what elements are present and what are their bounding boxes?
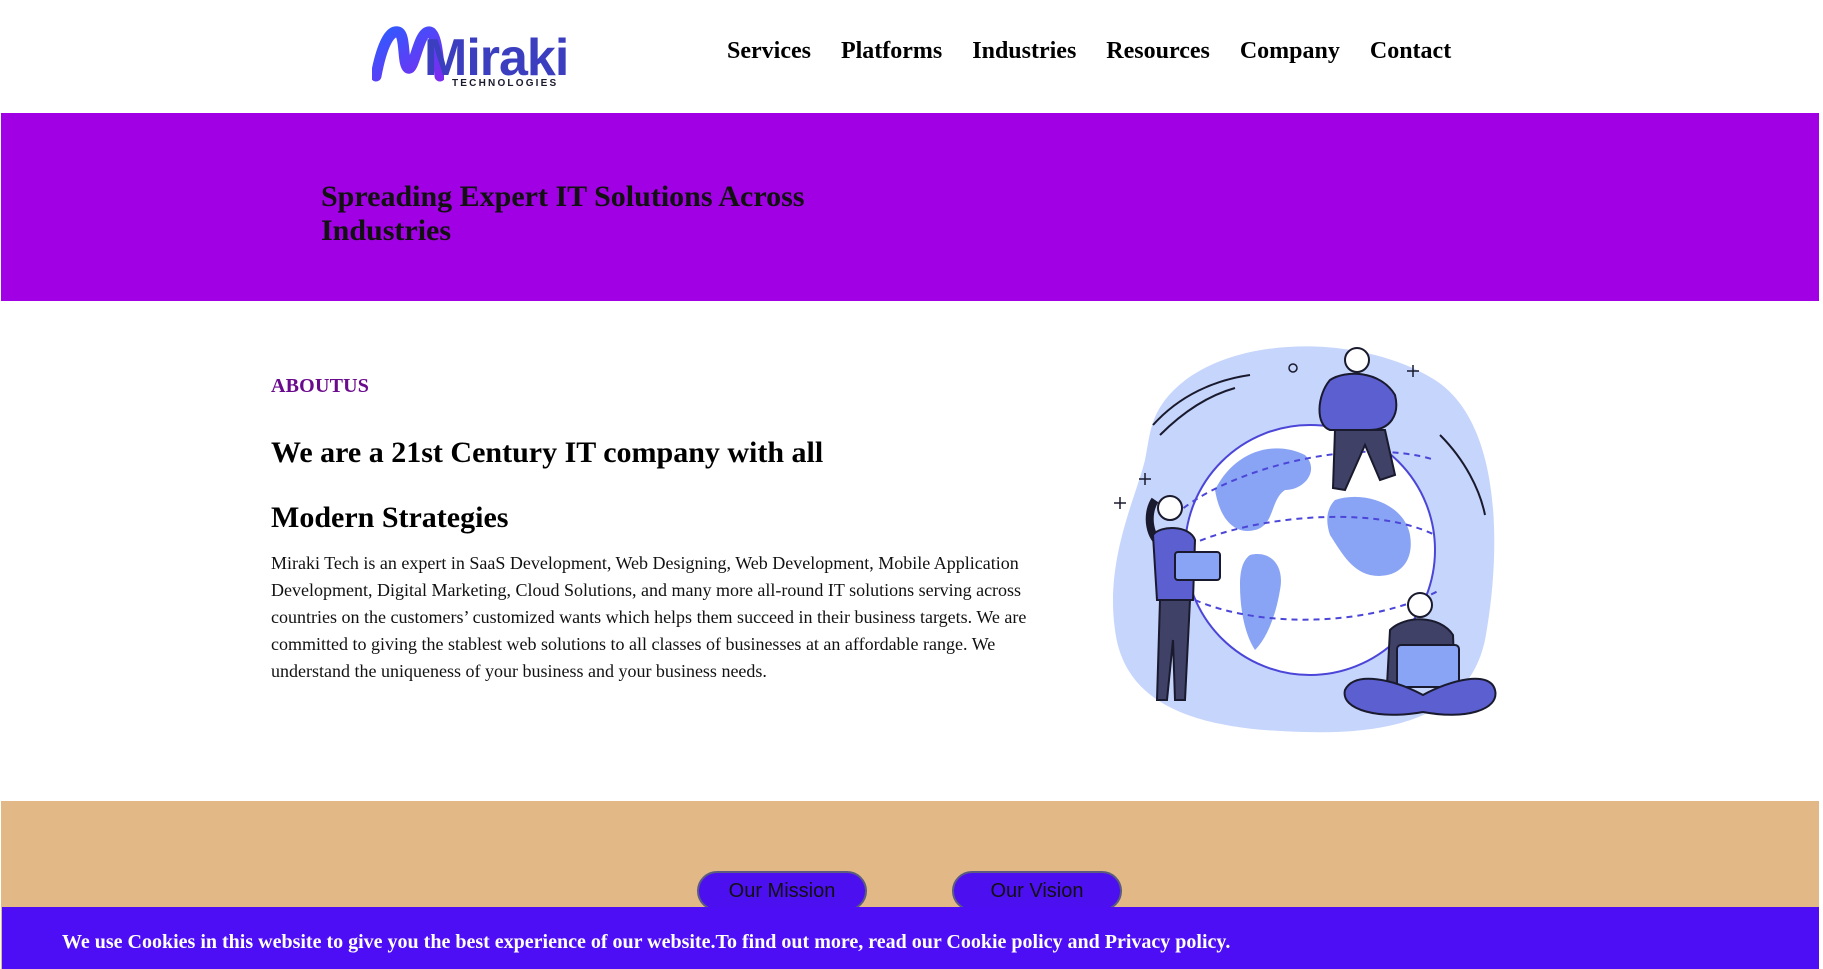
about-title: We are a 21st Century IT company with al… bbox=[271, 420, 971, 550]
cookie-banner-text: We use Cookies in this website to give y… bbox=[62, 931, 1231, 953]
about-body: Miraki Tech is an expert in SaaS Develop… bbox=[271, 553, 1027, 681]
nav-item-contact[interactable]: Contact bbox=[1370, 38, 1451, 65]
site-header: Miraki TECHNOLOGIES Services Platforms I… bbox=[0, 0, 1823, 112]
hero-title: Spreading Expert IT Solutions Across Ind… bbox=[321, 180, 805, 247]
nav-item-company[interactable]: Company bbox=[1240, 38, 1340, 65]
hero-banner: Spreading Expert IT Solutions Across Ind… bbox=[1, 113, 1819, 301]
cookie-banner: We use Cookies in this website to give y… bbox=[2, 907, 1819, 969]
nav-item-platforms[interactable]: Platforms bbox=[841, 38, 942, 65]
nav-item-resources[interactable]: Resources bbox=[1106, 38, 1210, 65]
about-label: ABOUTUS bbox=[271, 375, 370, 397]
brand-name: Miraki bbox=[424, 29, 569, 87]
our-mission-button[interactable]: Our Mission bbox=[697, 871, 867, 911]
about-title-line2: Modern Strategies bbox=[271, 501, 509, 534]
about-title-line1: We are a 21st Century IT company with al… bbox=[271, 436, 824, 469]
nav-item-services[interactable]: Services bbox=[727, 38, 811, 65]
main-nav: Services Platforms Industries Resources … bbox=[727, 38, 1451, 65]
nav-item-industries[interactable]: Industries bbox=[972, 38, 1076, 65]
brand-tagline: TECHNOLOGIES bbox=[452, 78, 559, 89]
our-vision-button[interactable]: Our Vision bbox=[952, 871, 1122, 911]
brand-logo[interactable]: Miraki TECHNOLOGIES bbox=[372, 22, 569, 89]
globe-people-illustration-icon bbox=[1112, 346, 1497, 733]
